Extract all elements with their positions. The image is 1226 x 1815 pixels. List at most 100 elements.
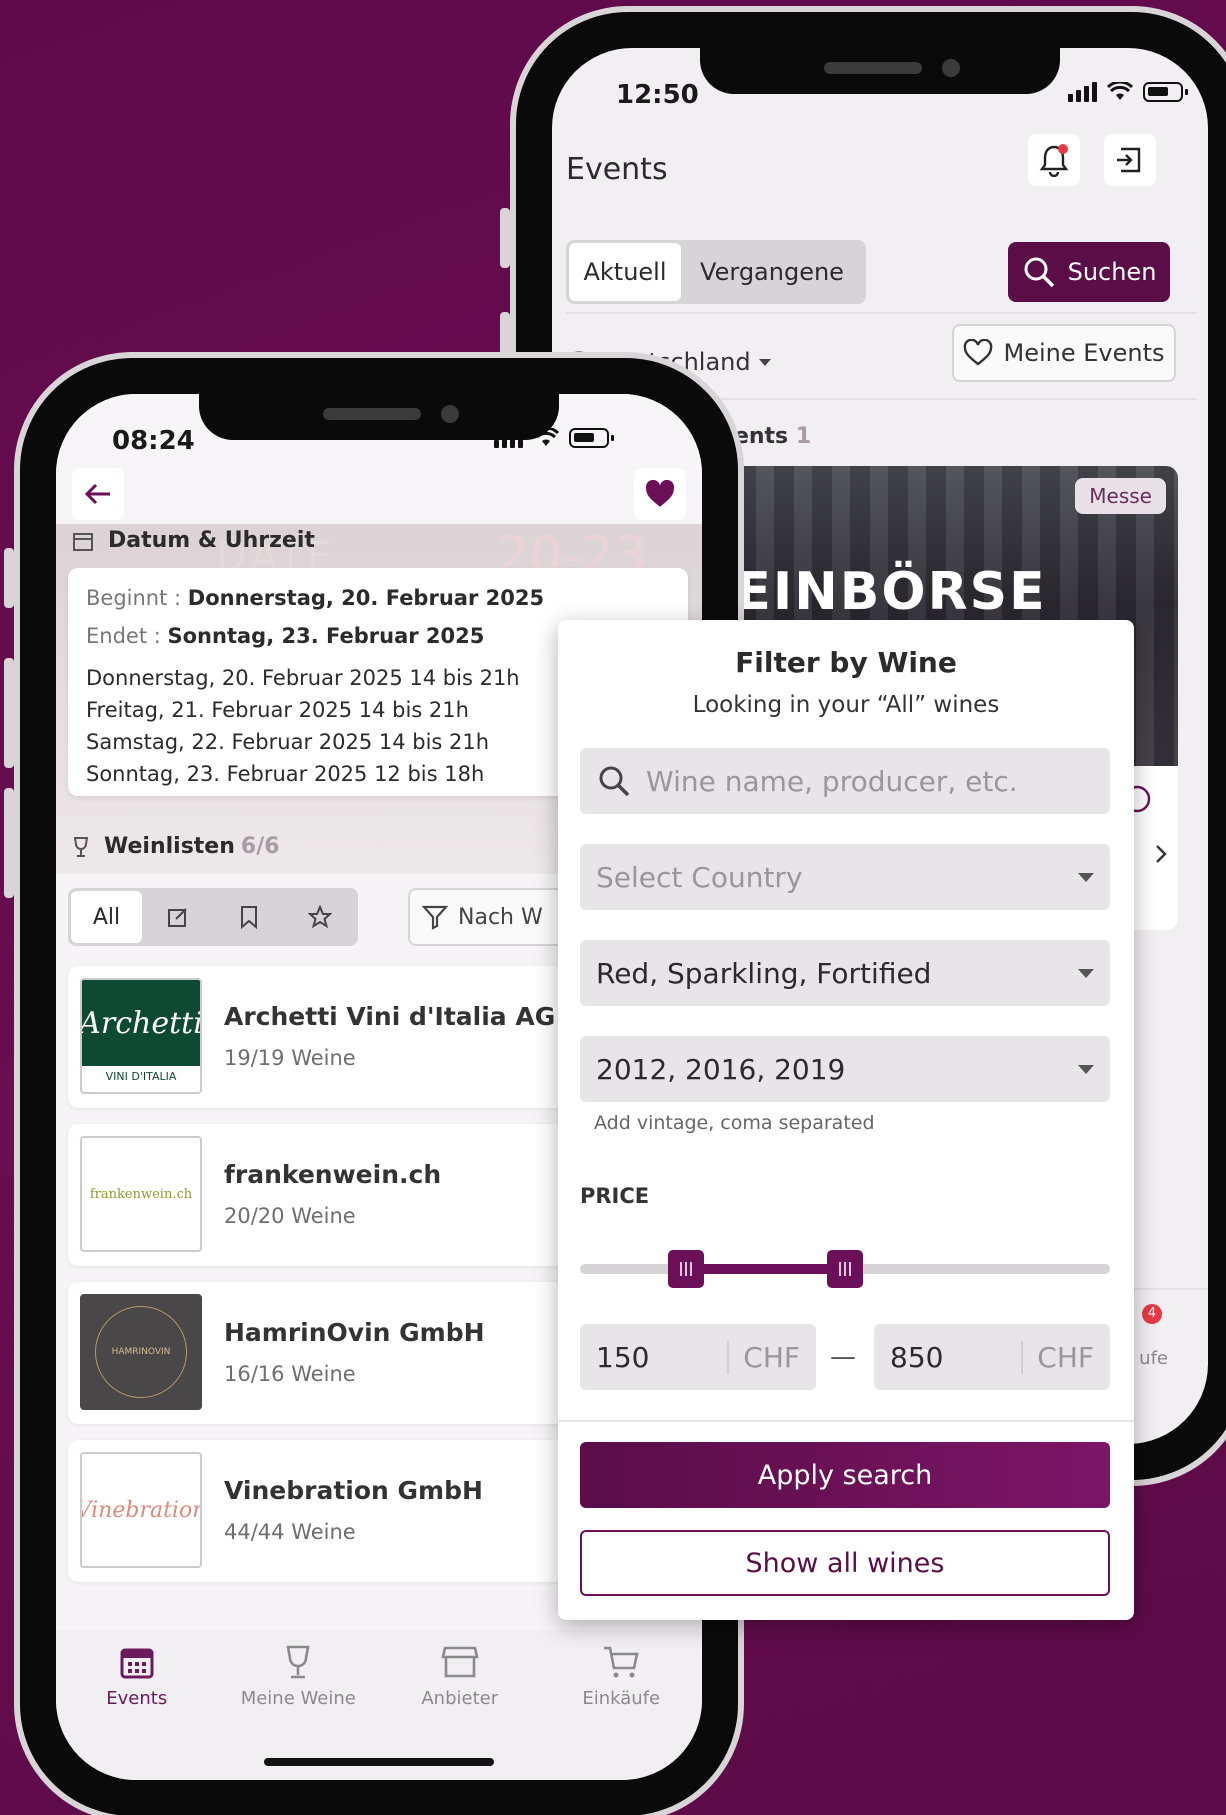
filter-button-label: Nach W	[458, 904, 543, 930]
side-button	[4, 658, 14, 768]
my-events-button[interactable]: Meine Events	[952, 324, 1176, 382]
bookmark-icon	[240, 906, 257, 929]
modal-subtitle: Looking in your “All” wines	[692, 692, 1000, 718]
vendor-logo: Archetti VINI D'ITALIA	[80, 978, 202, 1094]
page-title: Events	[566, 152, 668, 187]
side-button	[4, 788, 14, 898]
chevron-down-icon	[1078, 1064, 1094, 1074]
notifications-button[interactable]	[1028, 134, 1080, 186]
date-section-label: Datum & Uhrzeit	[108, 528, 315, 553]
battery-icon	[1143, 82, 1188, 102]
price-slider[interactable]	[580, 1250, 1110, 1288]
list-filter-tabs: All	[68, 888, 358, 946]
ends-value: Sonntag, 23. Februar 2025	[167, 624, 485, 648]
filter-icon	[422, 905, 448, 930]
cart-icon	[604, 1646, 639, 1678]
tab-bookmarked[interactable]	[213, 891, 284, 943]
vendor-wine-count: 19/19 Weine	[224, 1046, 356, 1070]
search-icon	[599, 766, 630, 797]
price-max-handle[interactable]	[827, 1250, 863, 1288]
vendor-logo: Vinebration	[80, 1452, 202, 1568]
arrow-left-icon	[84, 483, 110, 505]
nav-purchases[interactable]: Einkäufe	[546, 1644, 696, 1780]
nav-label: Meine Weine	[240, 1688, 356, 1709]
tab-edited[interactable]	[142, 891, 213, 943]
cart-badge: 4	[1142, 1304, 1162, 1324]
apply-search-button[interactable]: Apply search	[580, 1442, 1110, 1508]
home-indicator	[264, 1758, 494, 1766]
price-label: PRICE	[580, 1184, 650, 1208]
back-button[interactable]	[72, 468, 124, 520]
vintage-help-text: Add vintage, coma separated	[594, 1112, 875, 1134]
starts-label: Beginnt :	[86, 586, 182, 610]
ends-label: Endet :	[86, 624, 161, 648]
vendor-name: Vinebration GmbH	[224, 1476, 483, 1505]
tab-all[interactable]: All	[71, 891, 142, 943]
event-time-tabs: Aktuell Vergangene	[566, 240, 866, 304]
vintage-value: 2012, 2016, 2019	[596, 1052, 846, 1086]
currency-label: CHF	[727, 1340, 800, 1374]
search-button-label: Suchen	[1067, 258, 1157, 286]
wine-type-select[interactable]: Red, Sparkling, Fortified	[580, 940, 1110, 1006]
chevron-right-icon[interactable]	[1154, 844, 1168, 864]
starts-value: Donnerstag, 20. Februar 2025	[187, 586, 545, 610]
side-button	[4, 548, 14, 608]
tab-aktuell[interactable]: Aktuell	[569, 243, 681, 301]
price-slider-fill	[686, 1264, 845, 1274]
nav-label: Anbieter	[421, 1688, 499, 1709]
side-button	[500, 208, 510, 268]
wine-glass-icon	[73, 836, 89, 857]
chevron-down-icon	[1078, 872, 1094, 882]
price-min-input[interactable]: 150 CHF	[580, 1324, 816, 1390]
calendar-icon	[120, 1648, 154, 1679]
heart-icon	[645, 479, 675, 507]
edit-icon	[167, 908, 187, 927]
favorite-button[interactable]	[634, 468, 686, 520]
status-icons	[1068, 82, 1188, 102]
divider	[566, 312, 1196, 314]
star-icon	[307, 905, 332, 929]
nav-events[interactable]: Events	[62, 1644, 212, 1780]
vendor-logo: HAMRINOVIN	[80, 1294, 202, 1410]
wine-lists-label: Weinlisten	[104, 834, 235, 859]
battery-icon	[569, 428, 614, 448]
calendar-icon	[73, 532, 93, 551]
vendor-wine-count: 16/16 Weine	[224, 1362, 356, 1386]
show-all-wines-button[interactable]: Show all wines	[580, 1530, 1110, 1596]
notch	[199, 394, 559, 440]
tab-starred[interactable]	[284, 891, 355, 943]
vendor-name: HamrinOvin GmbH	[224, 1318, 485, 1347]
search-button[interactable]: Suchen	[1008, 242, 1170, 302]
wine-search-input[interactable]: Wine name, producer, etc.	[580, 748, 1110, 814]
vendor-name: frankenwein.ch	[224, 1160, 442, 1189]
date-section-heading: Datum & Uhrzeit	[72, 528, 315, 553]
divider	[558, 1420, 1134, 1422]
wifi-icon	[1107, 82, 1133, 100]
vendor-logo: frankenwein.ch	[80, 1136, 202, 1252]
chevron-down-icon	[758, 358, 771, 366]
search-icon	[1024, 257, 1054, 288]
event-type-badge: Messe	[1075, 478, 1166, 514]
wine-lists-heading: Weinlisten 6/6	[72, 834, 280, 859]
price-max-input[interactable]: 850 CHF	[874, 1324, 1110, 1390]
heart-outline-icon	[964, 339, 993, 366]
price-max-value: 850	[890, 1340, 944, 1374]
price-min-handle[interactable]	[668, 1250, 704, 1288]
logout-icon	[1117, 147, 1141, 173]
my-events-label: Meine Events	[1003, 339, 1165, 367]
signal-icon	[1068, 82, 1097, 102]
nav-label-partial: ufe	[1139, 1348, 1168, 1369]
bell-icon	[1039, 144, 1069, 177]
tab-vergangene[interactable]: Vergangene	[681, 243, 863, 301]
notch	[700, 48, 1060, 94]
events-count: 1	[795, 424, 812, 449]
nav-label: Events	[106, 1688, 168, 1709]
filter-modal: Filter by Wine Looking in your “All” win…	[558, 620, 1134, 1620]
vintage-select[interactable]: 2012, 2016, 2019	[580, 1036, 1110, 1102]
logout-button[interactable]	[1104, 134, 1156, 186]
search-placeholder: Wine name, producer, etc.	[646, 764, 1018, 798]
wine-type-value: Red, Sparkling, Fortified	[596, 956, 932, 990]
modal-title: Filter by Wine	[735, 646, 957, 679]
vendor-wine-count: 20/20 Weine	[224, 1204, 356, 1228]
country-select[interactable]: Select Country	[580, 844, 1110, 910]
